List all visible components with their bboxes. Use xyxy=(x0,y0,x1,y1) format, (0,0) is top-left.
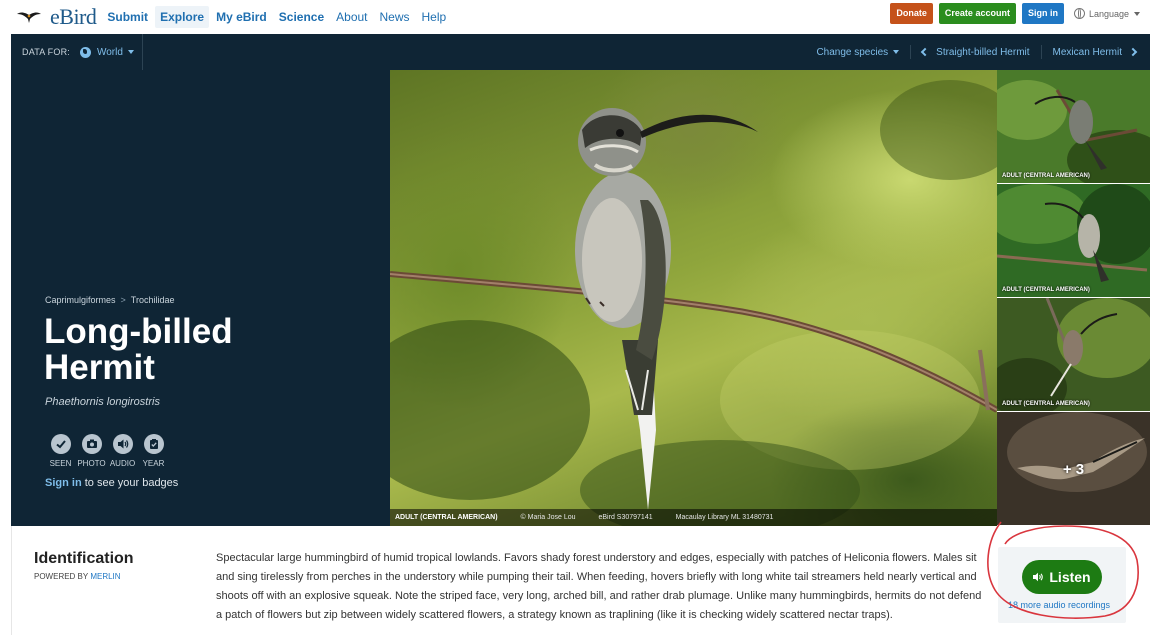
checkmark-icon xyxy=(50,434,71,454)
order-link[interactable]: Caprimulgiformes xyxy=(45,295,116,305)
next-species-link[interactable]: Mexican Hermit xyxy=(1052,46,1138,58)
previous-species-link[interactable]: Straight-billed Hermit xyxy=(920,46,1030,58)
sign-in-prompt: Sign in to see your badges xyxy=(45,477,178,489)
main-species-photo[interactable]: ADULT (CENTRAL AMERICAN) © Maria Jose Lo… xyxy=(390,70,997,526)
region-selector[interactable]: World xyxy=(79,46,134,58)
account-actions: Donate Create account Sign in Language xyxy=(884,3,1140,24)
logo-text: eBird xyxy=(50,4,97,29)
identification-description: Spectacular large hummingbird of humid t… xyxy=(216,552,982,621)
photo-checklist-link[interactable]: eBird S30797141 xyxy=(599,514,653,521)
thumbnail-3[interactable]: ADULT (CENTRAL AMERICAN) xyxy=(997,298,1150,412)
camera-icon xyxy=(81,434,102,454)
species-header-panel: Caprimulgiformes > Trochilidae Long-billed… xyxy=(11,70,390,526)
chevron-right-icon xyxy=(1128,47,1138,57)
change-species-dropdown[interactable]: Change species xyxy=(816,46,900,58)
audio-panel: Listen 18 more audio recordings xyxy=(998,547,1126,623)
chevron-left-icon xyxy=(920,47,930,57)
photo-caption-bar: ADULT (CENTRAL AMERICAN) © Maria Jose Lo… xyxy=(390,509,997,526)
species-common-name: Long-billed Hermit xyxy=(44,312,233,387)
user-badges: SEEN PHOTO AUDIO YEAR xyxy=(45,434,169,468)
more-audio-recordings-link[interactable]: 18 more audio recordings xyxy=(1008,600,1110,610)
clipboard-check-icon xyxy=(143,434,164,454)
badge-audio: AUDIO xyxy=(107,434,138,468)
badge-year: YEAR xyxy=(138,434,169,468)
data-region-bar: DATA FOR: World Change species Straight-… xyxy=(11,34,1150,70)
thumbnail-1-caption: ADULT (CENTRAL AMERICAN) xyxy=(1002,173,1090,179)
data-for-label: DATA FOR: xyxy=(22,47,70,57)
badge-photo-label: PHOTO xyxy=(77,459,106,468)
ebird-logo[interactable]: eBird xyxy=(16,0,97,34)
change-species-label: Change species xyxy=(816,46,889,58)
globe-icon xyxy=(1073,8,1085,19)
thumbnail-2-image xyxy=(997,184,1150,297)
identification-heading: Identification xyxy=(34,550,134,567)
thumbnail-3-caption: ADULT (CENTRAL AMERICAN) xyxy=(1002,401,1090,407)
badge-year-label: YEAR xyxy=(142,459,165,468)
listen-label: Listen xyxy=(1049,569,1091,585)
species-navigation: Change species Straight-billed Hermit Me… xyxy=(816,34,1138,70)
photo-library-link[interactable]: Macaulay Library ML 31480731 xyxy=(676,514,774,521)
badge-audio-label: AUDIO xyxy=(109,459,136,468)
nav-science[interactable]: Science xyxy=(274,6,329,28)
sign-in-link[interactable]: Sign in xyxy=(45,477,82,489)
create-account-button[interactable]: Create account xyxy=(938,3,1016,24)
divider xyxy=(142,34,143,70)
donate-button[interactable]: Donate xyxy=(890,3,933,24)
nav-about[interactable]: About xyxy=(331,6,372,28)
nav-news[interactable]: News xyxy=(375,6,415,28)
species-scientific-name: Phaethornis longirostris xyxy=(45,396,160,408)
merlin-link[interactable]: MERLIN xyxy=(90,572,120,581)
powered-by-label: POWERED BY xyxy=(34,572,91,581)
divider xyxy=(1040,45,1042,59)
hummingbird-photo-illustration xyxy=(390,80,997,526)
photo-age-label: ADULT (CENTRAL AMERICAN) xyxy=(395,514,498,521)
taxonomy-breadcrumb: Caprimulgiformes > Trochilidae xyxy=(45,295,174,305)
thumbnail-2[interactable]: ADULT (CENTRAL AMERICAN) xyxy=(997,184,1150,298)
speaker-icon xyxy=(112,434,133,454)
thumbnail-more[interactable]: + 3 xyxy=(997,412,1150,526)
identification-section: Identification POWERED BY MERLIN Spectac… xyxy=(11,526,1150,635)
chevron-down-icon xyxy=(127,50,134,54)
speaker-icon xyxy=(1033,572,1044,582)
powered-by: POWERED BY MERLIN xyxy=(34,572,121,581)
badge-photo: PHOTO xyxy=(76,434,107,468)
nav-explore[interactable]: Explore xyxy=(155,6,210,28)
top-navigation: eBird Submit Explore My eBird Science Ab… xyxy=(0,0,1150,34)
language-selector[interactable]: Language xyxy=(1073,8,1140,19)
previous-species-label: Straight-billed Hermit xyxy=(936,46,1030,58)
globe-icon xyxy=(79,46,91,58)
region-label: World xyxy=(96,46,123,58)
nav-submit[interactable]: Submit xyxy=(102,6,153,28)
thumbnail-1-image xyxy=(997,70,1150,183)
language-label: Language xyxy=(1088,8,1129,19)
thumbnail-3-image xyxy=(997,298,1150,411)
main-menu: Submit Explore My eBird Science About Ne… xyxy=(102,0,453,34)
more-photos-count: + 3 xyxy=(1062,460,1085,478)
nav-help[interactable]: Help xyxy=(417,6,452,28)
sign-in-prompt-text: to see your badges xyxy=(81,477,179,489)
badge-seen-label: SEEN xyxy=(49,459,72,468)
breadcrumb-separator: > xyxy=(120,295,126,305)
next-species-label: Mexican Hermit xyxy=(1052,46,1122,58)
sign-in-button[interactable]: Sign in xyxy=(1021,3,1064,24)
thumbnail-1[interactable]: ADULT (CENTRAL AMERICAN) xyxy=(997,70,1150,184)
listen-button[interactable]: Listen xyxy=(1022,560,1102,594)
photo-credit[interactable]: © Maria Jose Lou xyxy=(521,514,576,521)
photo-thumbnails: ADULT (CENTRAL AMERICAN) ADULT (CENTRAL … xyxy=(997,70,1150,526)
chevron-down-icon xyxy=(893,50,900,54)
divider xyxy=(910,45,912,59)
family-link[interactable]: Trochilidae xyxy=(131,295,175,305)
thumbnail-2-caption: ADULT (CENTRAL AMERICAN) xyxy=(1002,287,1090,293)
chevron-down-icon xyxy=(1134,11,1140,16)
badge-seen: SEEN xyxy=(45,434,76,468)
bird-logo-icon xyxy=(17,12,41,23)
nav-my-ebird[interactable]: My eBird xyxy=(211,6,272,28)
